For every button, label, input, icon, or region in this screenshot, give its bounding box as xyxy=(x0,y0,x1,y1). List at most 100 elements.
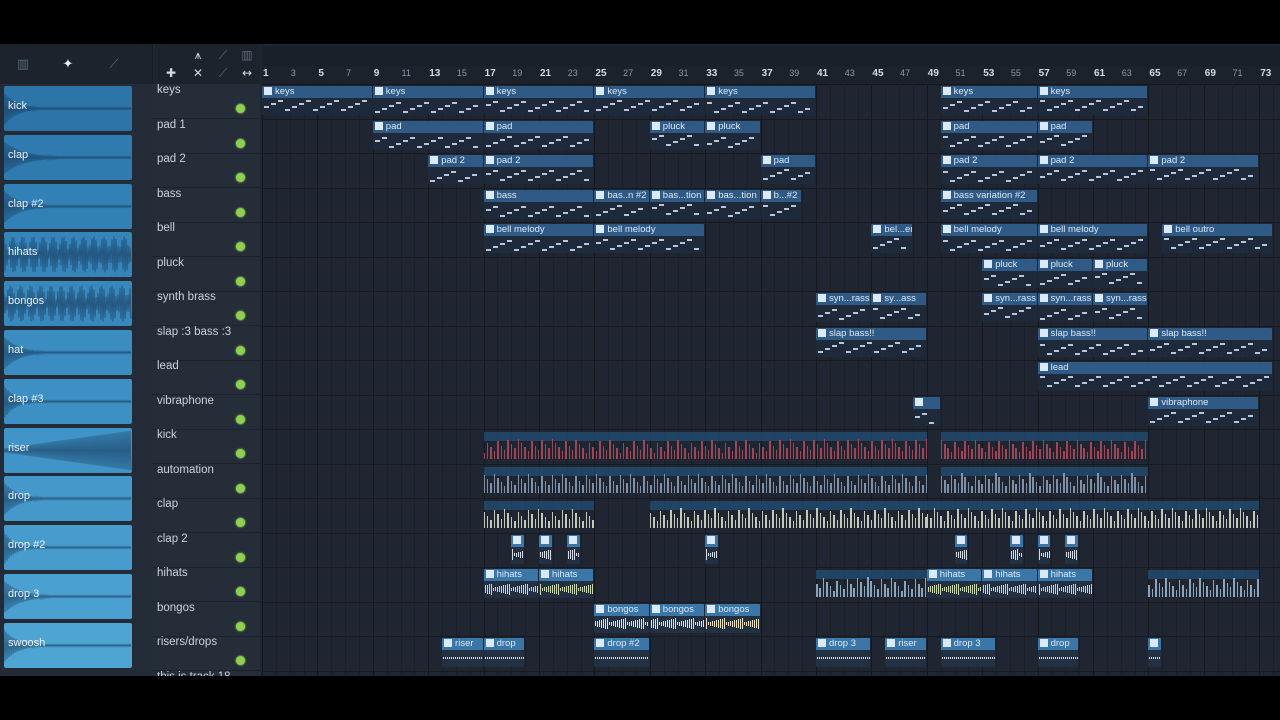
waveform-tool-icon[interactable]: ⩚ xyxy=(188,47,208,63)
pattern-clip[interactable]: pad 2 xyxy=(940,155,1037,184)
browser-clip[interactable]: kick xyxy=(4,86,132,131)
audio-clip[interactable]: drop #2 xyxy=(594,638,649,667)
track-mute-led[interactable] xyxy=(236,207,245,217)
pattern-clip[interactable]: syn...rass xyxy=(816,293,871,322)
track-mute-led[interactable] xyxy=(236,518,245,527)
drum-pattern-lane[interactable] xyxy=(649,501,927,530)
pattern-clip[interactable]: pluck xyxy=(982,258,1037,288)
pattern-clip[interactable]: pad xyxy=(483,120,594,150)
pattern-clip[interactable]: pad xyxy=(1037,120,1092,150)
playlist-grid[interactable]: keys keys keys keys keys keys keys pad pad pluck p… xyxy=(262,84,1280,676)
playlist-overview-scrollbar[interactable] xyxy=(262,46,1280,66)
pattern-clip[interactable]: bell melody xyxy=(594,224,705,253)
track-header[interactable]: this is track 18 xyxy=(152,671,260,677)
pattern-clip[interactable] xyxy=(912,396,940,426)
track-header[interactable]: clap 2 xyxy=(152,533,260,568)
audio-clip[interactable]: bongos xyxy=(649,603,705,633)
browser-clip[interactable]: riser xyxy=(4,427,132,473)
drum-pattern-lane[interactable] xyxy=(483,501,595,530)
pattern-clip[interactable]: pluck xyxy=(649,120,705,150)
pattern-clip[interactable]: pad xyxy=(760,155,815,184)
draw-icon[interactable]: ⟋ xyxy=(103,56,125,74)
pattern-clip[interactable]: pad xyxy=(372,120,483,150)
pattern-clip[interactable]: syn...rass xyxy=(1037,293,1092,322)
track-header[interactable]: bass xyxy=(152,188,260,223)
pattern-clip[interactable]: pluck xyxy=(1037,258,1092,288)
pattern-clip[interactable]: pad 2 xyxy=(1148,155,1259,184)
pattern-clip[interactable]: bell melody xyxy=(940,224,1037,253)
audio-clip[interactable] xyxy=(1065,534,1079,564)
audio-clip[interactable]: bongos xyxy=(594,603,649,633)
pattern-clip[interactable]: keys xyxy=(594,86,705,115)
timeline-ruler[interactable]: 1 3 5 7 9 11 13 15 17 19 21 23 25 27 29 31 33 35 37 39 41 43 4… xyxy=(262,66,1280,85)
pattern-clip[interactable]: keys xyxy=(705,86,815,115)
track-header[interactable]: slap :3 bass :3 xyxy=(152,326,260,361)
track-mute-led[interactable] xyxy=(236,138,245,148)
pattern-clip[interactable]: pad 2 xyxy=(1037,155,1148,184)
track-header[interactable]: hihats xyxy=(152,567,260,602)
audio-clip[interactable] xyxy=(1037,534,1051,564)
pattern-clip[interactable]: syn...rass xyxy=(1093,293,1148,322)
track-header[interactable]: lead xyxy=(152,360,260,395)
pattern-clip[interactable]: bas...tion xyxy=(649,189,705,219)
track-header[interactable]: pad 2 xyxy=(152,153,260,188)
track-mute-led[interactable] xyxy=(236,483,245,493)
pattern-clip[interactable]: syn...rass xyxy=(982,293,1037,322)
browser-clip[interactable]: clap xyxy=(4,134,132,180)
audio-clip[interactable]: drop xyxy=(1037,638,1079,667)
track-mute-led[interactable] xyxy=(236,345,245,355)
pattern-clip[interactable]: vibraphone xyxy=(1148,396,1259,426)
audio-clip[interactable] xyxy=(511,534,525,564)
audio-clip[interactable] xyxy=(954,534,968,564)
pattern-clip[interactable]: pluck xyxy=(705,120,760,150)
audio-clip[interactable]: drop 3 xyxy=(816,638,871,667)
pattern-clip[interactable]: b...#2 xyxy=(760,189,802,219)
browser-clip[interactable]: drop xyxy=(4,476,132,522)
track-header[interactable]: vibraphone xyxy=(152,395,260,430)
pattern-clip[interactable]: slap bass!! xyxy=(1148,327,1273,357)
browser-clip[interactable]: hihats xyxy=(4,232,132,278)
pattern-clip[interactable]: keys xyxy=(483,86,594,115)
stretch-tool-icon[interactable]: ↔ xyxy=(237,65,257,81)
delete-icon[interactable]: ✕ xyxy=(188,65,208,81)
pattern-clip[interactable]: lead xyxy=(1037,362,1273,391)
audio-clip[interactable]: bongos xyxy=(705,603,760,633)
audio-clip[interactable]: hihats xyxy=(483,569,538,598)
pattern-clip[interactable]: sy...ass xyxy=(871,293,926,322)
track-mute-led[interactable] xyxy=(236,276,245,286)
pattern-clip[interactable]: bell outro xyxy=(1162,224,1273,253)
track-header[interactable]: kick xyxy=(152,429,260,464)
track-header[interactable]: synth brass xyxy=(152,291,260,326)
browser-clip[interactable]: swoosh xyxy=(4,622,132,668)
track-mute-led[interactable] xyxy=(236,173,245,182)
drum-pattern-lane[interactable] xyxy=(816,570,927,599)
audio-clip[interactable]: hihats xyxy=(1037,569,1092,598)
audio-clip[interactable]: drop 3 xyxy=(940,638,996,667)
pattern-clip[interactable]: bas...tion xyxy=(705,189,760,219)
browser-clip[interactable]: drop #2 xyxy=(4,525,132,571)
browser-clip[interactable]: bongos xyxy=(4,281,132,327)
piano-tool-icon[interactable]: ▥ xyxy=(237,47,257,63)
drum-pattern-lane[interactable] xyxy=(1148,570,1260,599)
track-mute-led[interactable] xyxy=(236,414,245,424)
track-mute-led[interactable] xyxy=(236,242,245,251)
audio-clip[interactable] xyxy=(705,534,719,564)
pattern-clip[interactable]: pluck xyxy=(1093,258,1148,288)
audio-clip[interactable]: hihats xyxy=(982,569,1037,598)
track-mute-led[interactable] xyxy=(236,449,245,458)
track-mute-led[interactable] xyxy=(236,380,245,389)
pattern-clip[interactable]: pad xyxy=(940,120,1037,150)
track-header[interactable]: risers/drops xyxy=(152,636,260,671)
audio-clip[interactable] xyxy=(1148,638,1162,667)
browser-clip[interactable]: clap #2 xyxy=(4,183,132,229)
drum-pattern-lane[interactable] xyxy=(940,466,1149,496)
track-mute-led[interactable] xyxy=(236,552,245,562)
browser-clip[interactable]: hat xyxy=(4,330,132,375)
grid-icon[interactable]: ▥ xyxy=(12,56,34,74)
track-header[interactable]: bongos xyxy=(152,602,260,637)
pattern-clip[interactable]: bell melody xyxy=(483,224,594,253)
track-header[interactable]: pluck xyxy=(152,257,260,292)
pattern-clip[interactable]: pad 2 xyxy=(428,155,483,184)
track-header[interactable]: pad 1 xyxy=(152,119,260,154)
track-header[interactable]: clap xyxy=(152,498,260,533)
